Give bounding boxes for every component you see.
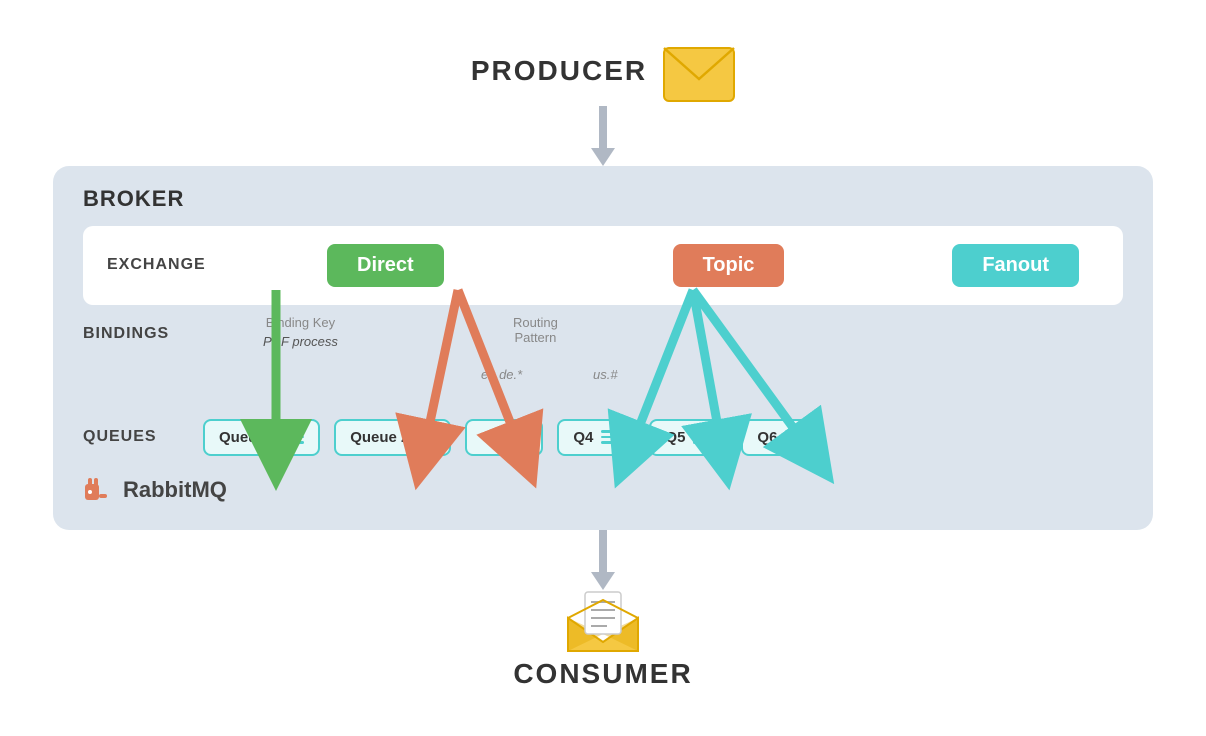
bindings-labels: Binding Key PDF process Routing Pattern … [203,315,1123,405]
queue-1-button[interactable]: Queue 1 [203,419,320,456]
queue-lines-icon [693,430,711,444]
queues-list: Queue 1 Queue 2 Q3 Q4 [203,419,1123,456]
bindings-row: BINDINGS Binding Key PDF process Routing… [83,305,1123,415]
exchange-area: EXCHANGE Direct Topic Fanout [83,226,1123,305]
queue-2-button[interactable]: Queue 2 [334,419,451,456]
exchange-buttons: Direct Topic Fanout [227,244,1099,287]
diagram-container: PRODUCER BROKER EXCHANGE Direct Topic [53,47,1153,690]
broker-inner: BINDINGS Binding Key PDF process Routing… [83,305,1123,456]
direct-binding-key: Binding Key PDF process [263,315,338,349]
queue-lines-icon [286,430,304,444]
rabbitmq-icon [83,474,115,506]
producer-envelope-icon [663,47,735,102]
consumer-envelope-icon [567,590,639,652]
arrow-producer-to-broker [591,106,615,166]
queue-5-button[interactable]: Q5 [649,419,727,456]
queue-lines-icon [785,430,803,444]
queues-row: QUEUES Queue 1 Queue 2 Q3 Q [83,415,1123,456]
rabbitmq-text: RabbitMQ [123,477,227,503]
exchange-section-label: EXCHANGE [107,256,227,274]
producer-label: PRODUCER [471,55,647,87]
broker-box: BROKER EXCHANGE Direct Topic Fanout BIND… [53,166,1153,530]
queues-label: QUEUES [83,428,203,446]
bindings-label: BINDINGS [83,315,203,343]
queue-lines-icon [509,430,527,444]
topic-us-pattern: us.# [593,367,618,382]
queue-4-button[interactable]: Q4 [557,419,635,456]
consumer-section: CONSUMER [513,590,692,690]
queue-6-button[interactable]: Q6 [741,419,819,456]
direct-exchange-button[interactable]: Direct [327,244,444,287]
queue-lines-icon [417,430,435,444]
consumer-label: CONSUMER [513,658,692,690]
producer-section: PRODUCER [471,47,735,106]
fanout-exchange-button[interactable]: Fanout [952,244,1079,287]
arrow-broker-to-consumer [591,530,615,590]
queue-3-button[interactable]: Q3 [465,419,543,456]
rabbitmq-logo: RabbitMQ [83,474,1123,506]
queue-lines-icon [601,430,619,444]
topic-eu-pattern: eu.de.* [481,367,522,382]
broker-label: BROKER [83,186,1123,212]
topic-exchange-button[interactable]: Topic [673,244,785,287]
topic-binding-key: Routing Pattern [513,315,558,345]
